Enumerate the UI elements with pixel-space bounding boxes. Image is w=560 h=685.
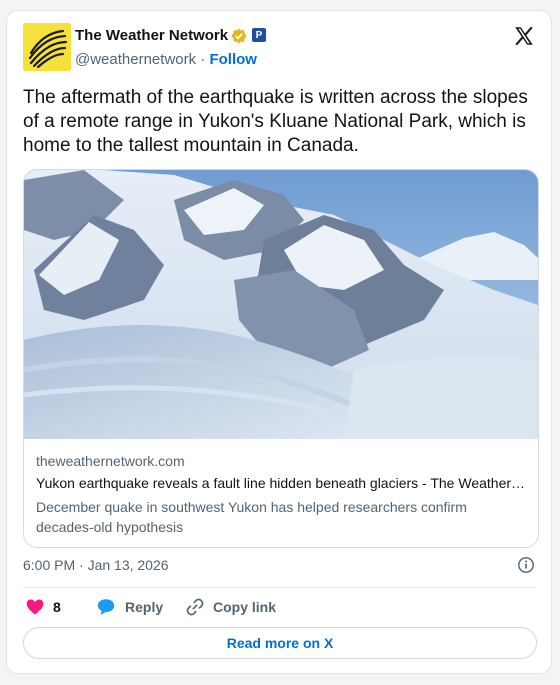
copy-link-label: Copy link <box>213 599 277 615</box>
info-icon[interactable] <box>517 556 535 574</box>
divider <box>23 587 537 588</box>
reply-bubble-icon <box>97 599 115 616</box>
tweet-embed-card: The Weather Network P @weathernetwork · … <box>6 10 552 674</box>
reply-button[interactable]: Reply <box>95 597 163 617</box>
verified-gold-badge-icon <box>231 28 247 44</box>
link-icon <box>186 598 204 616</box>
copy-link-button[interactable]: Copy link <box>185 597 276 617</box>
like-count: 8 <box>53 599 61 615</box>
avatar[interactable] <box>23 23 71 71</box>
separator-dot: · <box>200 51 206 68</box>
action-bar: 8 Reply Copy link <box>23 597 537 619</box>
heart-icon <box>26 599 44 615</box>
like-button[interactable]: 8 <box>25 597 61 617</box>
weather-network-logo-icon <box>23 23 71 71</box>
handle-line: @weathernetwork · Follow <box>75 51 257 68</box>
tweet-text: The aftermath of the earthquake is writt… <box>23 87 528 156</box>
author-handle[interactable]: @weathernetwork <box>75 51 196 68</box>
read-more-button[interactable]: Read more on X <box>23 627 537 659</box>
timestamp[interactable]: 6:00 PM · Jan 13, 2026 <box>23 557 169 573</box>
affiliate-badge-icon: P <box>252 28 266 42</box>
link-domain: theweathernetwork.com <box>36 453 185 469</box>
follow-link[interactable]: Follow <box>209 51 257 68</box>
link-description: December quake in southwest Yukon has he… <box>36 499 467 535</box>
link-preview-image[interactable] <box>24 170 538 439</box>
link-title[interactable]: Yukon earthquake reveals a fault line hi… <box>36 475 528 491</box>
x-logo-icon[interactable] <box>513 25 535 47</box>
link-preview-card[interactable]: theweathernetwork.com Yukon earthquake r… <box>23 169 539 548</box>
reply-label: Reply <box>125 599 164 615</box>
author-name[interactable]: The Weather Network <box>75 27 228 44</box>
